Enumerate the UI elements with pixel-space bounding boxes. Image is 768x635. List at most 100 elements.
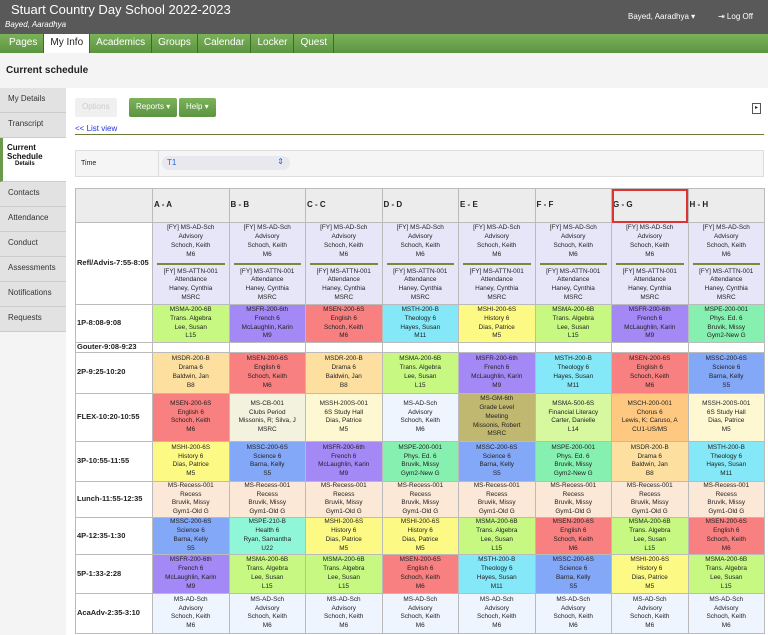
sidebar-item-assessments[interactable]: Assessments [0,257,66,282]
schedule-cell[interactable]: MSHI-200-6S History 6 Dias, Patrice M5 [305,516,383,555]
course-block[interactable]: MS-AD-Sch Advisory Schoch, Keith M6 [383,596,458,631]
schedule-cell[interactable]: MSSH-200S-001 6S Study Hall Dias, Patrice M… [305,392,383,442]
course-block[interactable]: MSMA-200-6B Trans. Algebra Lee, Susan L15 [153,306,228,341]
schedule-cell[interactable]: MSCH-200-001 Chorus 6 Lewis, K; Caruso, AC… [611,392,689,442]
schedule-cell[interactable]: [FY] MS-AD-Sch Advisory Schoch, Keith M6 [FY… [687,222,765,305]
schedule-cell[interactable]: MSDR-200-B Drama 6 Baldwin, Jan B8 [152,351,230,394]
course-block[interactable]: MS-Recess-001 Recess Bruvik, Missy Gym1-Old… [153,482,228,516]
reports-button[interactable]: Reports ▾ [129,98,178,117]
schedule-cell[interactable]: MSTH-200-B Theology 6 Hayes, Susan M11 [381,304,459,343]
course-block[interactable]: MSMA-200-6B Trans. Algebra Lee, Susan L15 [459,518,534,553]
schedule-cell[interactable]: MSFR-200-6th French 6 McLaughlin, Karin M9 [152,553,230,594]
column-header[interactable]: D - D [381,188,459,223]
column-header[interactable]: A - A [152,188,230,223]
schedule-cell[interactable]: MSMA-200-6B Trans. Algebra Lee, Susan L15 [228,553,306,594]
course-block[interactable]: MSDR-200-B Drama 6 Baldwin, Jan B8 [153,355,228,390]
log-off-link[interactable]: ⇥ Log Off [718,12,753,21]
course-block[interactable]: MS-CB-001 Clubs Period Missonis, R; Silva,… [230,400,305,435]
schedule-cell[interactable]: MSEN-200-6S English 6 Schoch, Keith M6 [305,304,383,343]
schedule-cell[interactable]: MSFR-200-6th French 6 McLaughlin, Karin M9 [305,440,383,482]
schedule-cell[interactable]: MSEN-200-6S English 6 Schoch, Keith M6 [381,553,459,594]
course-block[interactable]: MS-AD-Sch Advisory Schoch, Keith M6 [230,596,305,631]
schedule-cell[interactable]: MSSC-200-6S Science 6 Barna, Kelly S5 [687,351,765,394]
schedule-cell[interactable]: [FY] MS-AD-Sch Advisory Schoch, Keith M6 [FY… [152,222,230,305]
course-block[interactable]: MSDR-200-B Drama 6 Baldwin, Jan B8 [306,355,381,390]
schedule-cell[interactable]: MSTH-200-B Theology 6 Hayes, Susan M11 [534,351,612,394]
course-block[interactable]: [FY] MS-AD-Sch Advisory Schoch, Keith M6 [153,224,228,259]
course-block[interactable]: MSSC-200-6S Science 6 Barna, Kelly S5 [536,556,611,591]
schedule-cell[interactable]: [FY] MS-AD-Sch Advisory Schoch, Keith M6 [FY… [228,222,306,305]
list-view-link[interactable]: << List view [75,124,117,133]
column-header[interactable]: G - G [611,188,689,223]
course-block[interactable]: MS-Recess-001 Recess Bruvik, Missy Gym1-Old… [689,482,764,516]
schedule-cell[interactable]: MSPE-200-001 Phys. Ed. 6 Bruvik, Missy Gym2… [687,304,765,343]
course-block[interactable]: MSTH-200-B Theology 6 Hayes, Susan M11 [689,444,764,479]
schedule-cell[interactable]: MS-Recess-001 Recess Bruvik, Missy Gym1-Old… [687,480,765,518]
course-block[interactable]: MS-Recess-001 Recess Bruvik, Missy Gym1-Old… [230,482,305,516]
schedule-cell[interactable]: MSFR-200-6th French 6 McLaughlin, Karin M9 [611,304,689,343]
course-block[interactable]: MSMA-500-6S Financial Literacy Carter, Dan… [536,400,611,435]
course-block[interactable]: MS-AD-Sch Advisory Schoch, Keith M6 [459,596,534,631]
course-block[interactable]: MSEN-200-6S English 6 Schoch, Keith M6 [153,400,228,435]
course-block[interactable]: MS-AD-Sch Advisory Schoch, Keith M6 [383,400,458,435]
tab-academics[interactable]: Academics [90,34,153,53]
course-block[interactable]: MS-Recess-001 Recess Bruvik, Missy Gym1-Old… [306,482,381,516]
course-block[interactable]: MSMA-200-6B Trans. Algebra Lee, Susan L15 [383,355,458,390]
schedule-cell[interactable]: MSMA-500-6S Financial Literacy Carter, Dan… [534,392,612,442]
course-block[interactable]: [FY] MS-AD-Sch Advisory Schoch, Keith M6 [536,224,611,259]
course-block[interactable]: MSTH-200-B Theology 6 Hayes, Susan M11 [383,306,458,341]
course-block[interactable]: MSEN-200-6S English 6 Schoch, Keith M6 [230,355,305,390]
course-block[interactable]: MSSH-200S-001 6S Study Hall Dias, Patrice M… [689,400,764,435]
schedule-cell[interactable]: MSMA-200-6B Trans. Algebra Lee, Susan L15 [152,304,230,343]
schedule-cell[interactable]: [FY] MS-AD-Sch Advisory Schoch, Keith M6 [FY… [534,222,612,305]
help-button[interactable]: Help ▾ [179,98,216,117]
course-block[interactable]: MSPE-200-001 Phys. Ed. 6 Bruvik, Missy Gym2… [383,444,458,479]
course-block[interactable]: MSEN-200-6S English 6 Schoch, Keith M6 [689,518,764,553]
schedule-cell[interactable]: MS-Recess-001 Recess Bruvik, Missy Gym1-Old… [458,480,536,518]
schedule-cell[interactable]: MSEN-200-6S English 6 Schoch, Keith M6 [611,351,689,394]
course-block[interactable]: [FY] MS-ATTN-001 Attendance Haney, Cynthia… [689,268,764,303]
schedule-cell[interactable]: MS-AD-Sch Advisory Schoch, Keith M6 [381,592,459,634]
course-block[interactable]: MSCH-200-001 Chorus 6 Lewis, K; Caruso, AC… [612,400,687,435]
course-block[interactable]: MSDR-200-B Drama 6 Baldwin, Jan B8 [612,444,687,479]
sidebar-item-transcript[interactable]: Transcript [0,113,66,138]
schedule-cell[interactable]: MS-AD-Sch Advisory Schoch, Keith M6 [305,592,383,634]
course-block[interactable]: MSTH-200-B Theology 6 Hayes, Susan M11 [459,556,534,591]
tab-my-info[interactable]: My Info [44,34,91,53]
course-block[interactable]: MSSC-200-6S Science 6 Barna, Kelly S5 [230,444,305,479]
schedule-cell[interactable]: [FY] MS-AD-Sch Advisory Schoch, Keith M6 [FY… [611,222,689,305]
schedule-cell[interactable]: MSSC-200-6S Science 6 Barna, Kelly S5 [458,440,536,482]
course-block[interactable]: MSMA-200-6B Trans. Algebra Lee, Susan L15 [536,306,611,341]
schedule-cell[interactable]: MSFR-200-6th French 6 McLaughlin, Karin M9 [228,304,306,343]
course-block[interactable]: MSHI-200-6S History 6 Dias, Patrice M5 [612,556,687,591]
course-block[interactable]: MSEN-200-6S English 6 Schoch, Keith M6 [383,556,458,591]
course-block[interactable]: [FY] MS-ATTN-001 Attendance Haney, Cynthia… [612,268,687,303]
course-block[interactable]: [FY] MS-AD-Sch Advisory Schoch, Keith M6 [689,224,764,259]
sidebar-subitem-details[interactable]: Details [15,161,66,167]
schedule-cell[interactable]: MS-Recess-001 Recess Bruvik, Missy Gym1-Old… [611,480,689,518]
schedule-cell[interactable]: MS-Recess-001 Recess Bruvik, Missy Gym1-Old… [152,480,230,518]
course-block[interactable]: [FY] MS-AD-Sch Advisory Schoch, Keith M6 [306,224,381,259]
column-header[interactable]: H - H [687,188,765,223]
schedule-cell[interactable]: MSHI-200-6S History 6 Dias, Patrice M5 [381,516,459,555]
course-block[interactable]: [FY] MS-AD-Sch Advisory Schoch, Keith M6 [230,224,305,259]
column-header[interactable]: B - B [228,188,306,223]
course-block[interactable]: MSFR-200-6th French 6 McLaughlin, Karin M9 [612,306,687,341]
schedule-cell[interactable]: MSPE-200-001 Phys. Ed. 6 Bruvik, Missy Gym2… [381,440,459,482]
course-block[interactable]: MSFR-200-6th French 6 McLaughlin, Karin M9 [306,444,381,479]
schedule-cell[interactable]: MSSC-200-6S Science 6 Barna, Kelly S5 [534,553,612,594]
course-block[interactable]: MSEN-200-6S English 6 Schoch, Keith M6 [612,355,687,390]
schedule-cell[interactable]: MS-CB-001 Clubs Period Missonis, R; Silva,… [228,392,306,442]
schedule-cell[interactable]: MS-AD-Sch Advisory Schoch, Keith M6 [228,592,306,634]
course-block[interactable]: [FY] MS-ATTN-001 Attendance Haney, Cynthia… [230,268,305,303]
course-block[interactable]: MSSH-200S-001 6S Study Hall Dias, Patrice M… [306,400,381,435]
tab-groups[interactable]: Groups [152,34,198,53]
course-block[interactable]: MSPE-200-001 Phys. Ed. 6 Bruvik, Missy Gym2… [689,306,764,341]
schedule-cell[interactable]: MSTH-200-B Theology 6 Hayes, Susan M11 [458,553,536,594]
course-block[interactable]: [FY] MS-AD-Sch Advisory Schoch, Keith M6 [383,224,458,259]
course-block[interactable]: MSHI-200-6S History 6 Dias, Patrice M5 [153,444,228,479]
course-block[interactable]: MSHI-200-6S History 6 Dias, Patrice M5 [383,518,458,553]
column-header[interactable]: F - F [534,188,612,223]
course-block[interactable]: MSPE-210-B Health 6 Ryan, Samantha U22 [230,518,305,553]
schedule-cell[interactable]: MS-AD-Sch Advisory Schoch, Keith M6 [458,592,536,634]
